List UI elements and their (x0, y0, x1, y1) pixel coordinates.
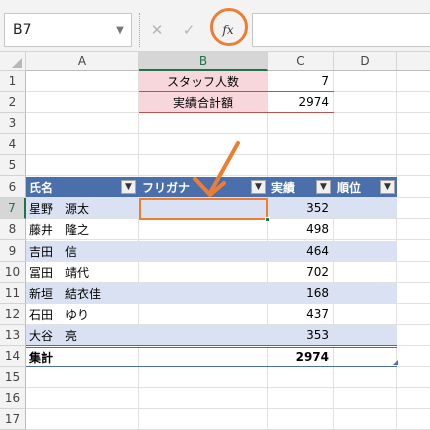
table-cell-score[interactable]: 353 (268, 325, 333, 345)
column-header-a[interactable]: A (26, 52, 139, 71)
gridline (26, 133, 430, 134)
row-header-2[interactable]: 2 (0, 92, 26, 113)
table-header-label: 順位 (337, 180, 362, 195)
column-header-e[interactable] (397, 52, 430, 71)
row-header-17[interactable]: 17 (0, 409, 26, 430)
table-cell-score[interactable]: 702 (268, 262, 333, 282)
chevron-down-icon[interactable]: ▼ (110, 13, 130, 47)
table-cell-score[interactable]: 437 (268, 304, 333, 324)
enter-icon[interactable]: ✓ (176, 13, 202, 47)
filter-dropdown-icon[interactable]: ▼ (380, 180, 395, 194)
filter-dropdown-icon[interactable]: ▼ (316, 180, 331, 194)
row-header-5[interactable]: 5 (0, 155, 26, 176)
row-header-12[interactable]: 12 (0, 304, 26, 325)
select-all-triangle-icon (12, 58, 22, 68)
row-header-11[interactable]: 11 (0, 283, 26, 304)
cell-b1[interactable]: スタッフ人数 (139, 71, 267, 91)
column-header-b[interactable]: B (139, 52, 268, 71)
table-header-label: フリガナ (142, 180, 191, 195)
row-header-16[interactable]: 16 (0, 388, 26, 409)
row-header-6[interactable]: 6 (0, 176, 26, 198)
row-header-7[interactable]: 7 (0, 198, 26, 219)
table-total-value[interactable]: 2974 (268, 347, 333, 367)
row-header-9[interactable]: 9 (0, 240, 26, 262)
row-header-10[interactable]: 10 (0, 262, 26, 283)
row-header-3[interactable]: 3 (0, 113, 26, 134)
gridline (26, 239, 430, 240)
filter-dropdown-icon[interactable]: ▼ (121, 180, 136, 194)
table-cell-name[interactable]: 冨田 靖代 (26, 262, 138, 282)
table-resize-handle-icon[interactable] (393, 360, 398, 365)
table-cell-score[interactable]: 498 (268, 219, 333, 239)
row-header-13[interactable]: 13 (0, 325, 26, 346)
column-header-d[interactable]: D (334, 52, 397, 71)
fill-handle[interactable] (265, 217, 270, 222)
table-cell-score[interactable]: 352 (268, 198, 333, 218)
table-cell-score[interactable]: 168 (268, 283, 333, 303)
table-cell-name[interactable]: 藤井 隆之 (26, 219, 138, 239)
cell-border (139, 112, 334, 113)
table-cell-name[interactable]: 吉田 信 (26, 241, 138, 261)
table-cell-name[interactable]: 星野 源太 (26, 198, 138, 218)
cell-c1[interactable]: 7 (268, 71, 333, 91)
cancel-icon[interactable]: ✕ (144, 13, 170, 47)
row-header-14[interactable]: 14 (0, 346, 26, 367)
formula-bar-separator (139, 13, 140, 47)
gridline (26, 408, 430, 409)
column-header-c[interactable]: C (268, 52, 334, 71)
filter-dropdown-icon[interactable]: ▼ (251, 180, 266, 194)
table-cell-score[interactable]: 464 (268, 241, 333, 261)
formula-input[interactable] (252, 13, 430, 47)
cell-b2[interactable]: 実績合計額 (139, 92, 267, 112)
row-header-4[interactable]: 4 (0, 134, 26, 155)
table-cell-name[interactable]: 新垣 結衣佳 (26, 283, 138, 303)
highlight-circle (210, 8, 248, 46)
table-total-label[interactable]: 集計 (26, 347, 138, 367)
table-header-label: 実績 (271, 180, 296, 195)
total-row-top-border (26, 345, 397, 346)
arrow-head (193, 177, 226, 197)
table-cell-name[interactable]: 石田 ゆり (26, 304, 138, 324)
table-header-label: 氏名 (29, 180, 54, 195)
row-header-8[interactable]: 8 (0, 219, 26, 240)
cell-c2[interactable]: 2974 (268, 92, 333, 112)
table-cell-name[interactable]: 大谷 亮 (26, 325, 138, 345)
annotation-arrow-icon (193, 141, 240, 197)
row-header-1[interactable]: 1 (0, 71, 26, 92)
gridline (26, 387, 430, 388)
row-header-15[interactable]: 15 (0, 367, 26, 388)
